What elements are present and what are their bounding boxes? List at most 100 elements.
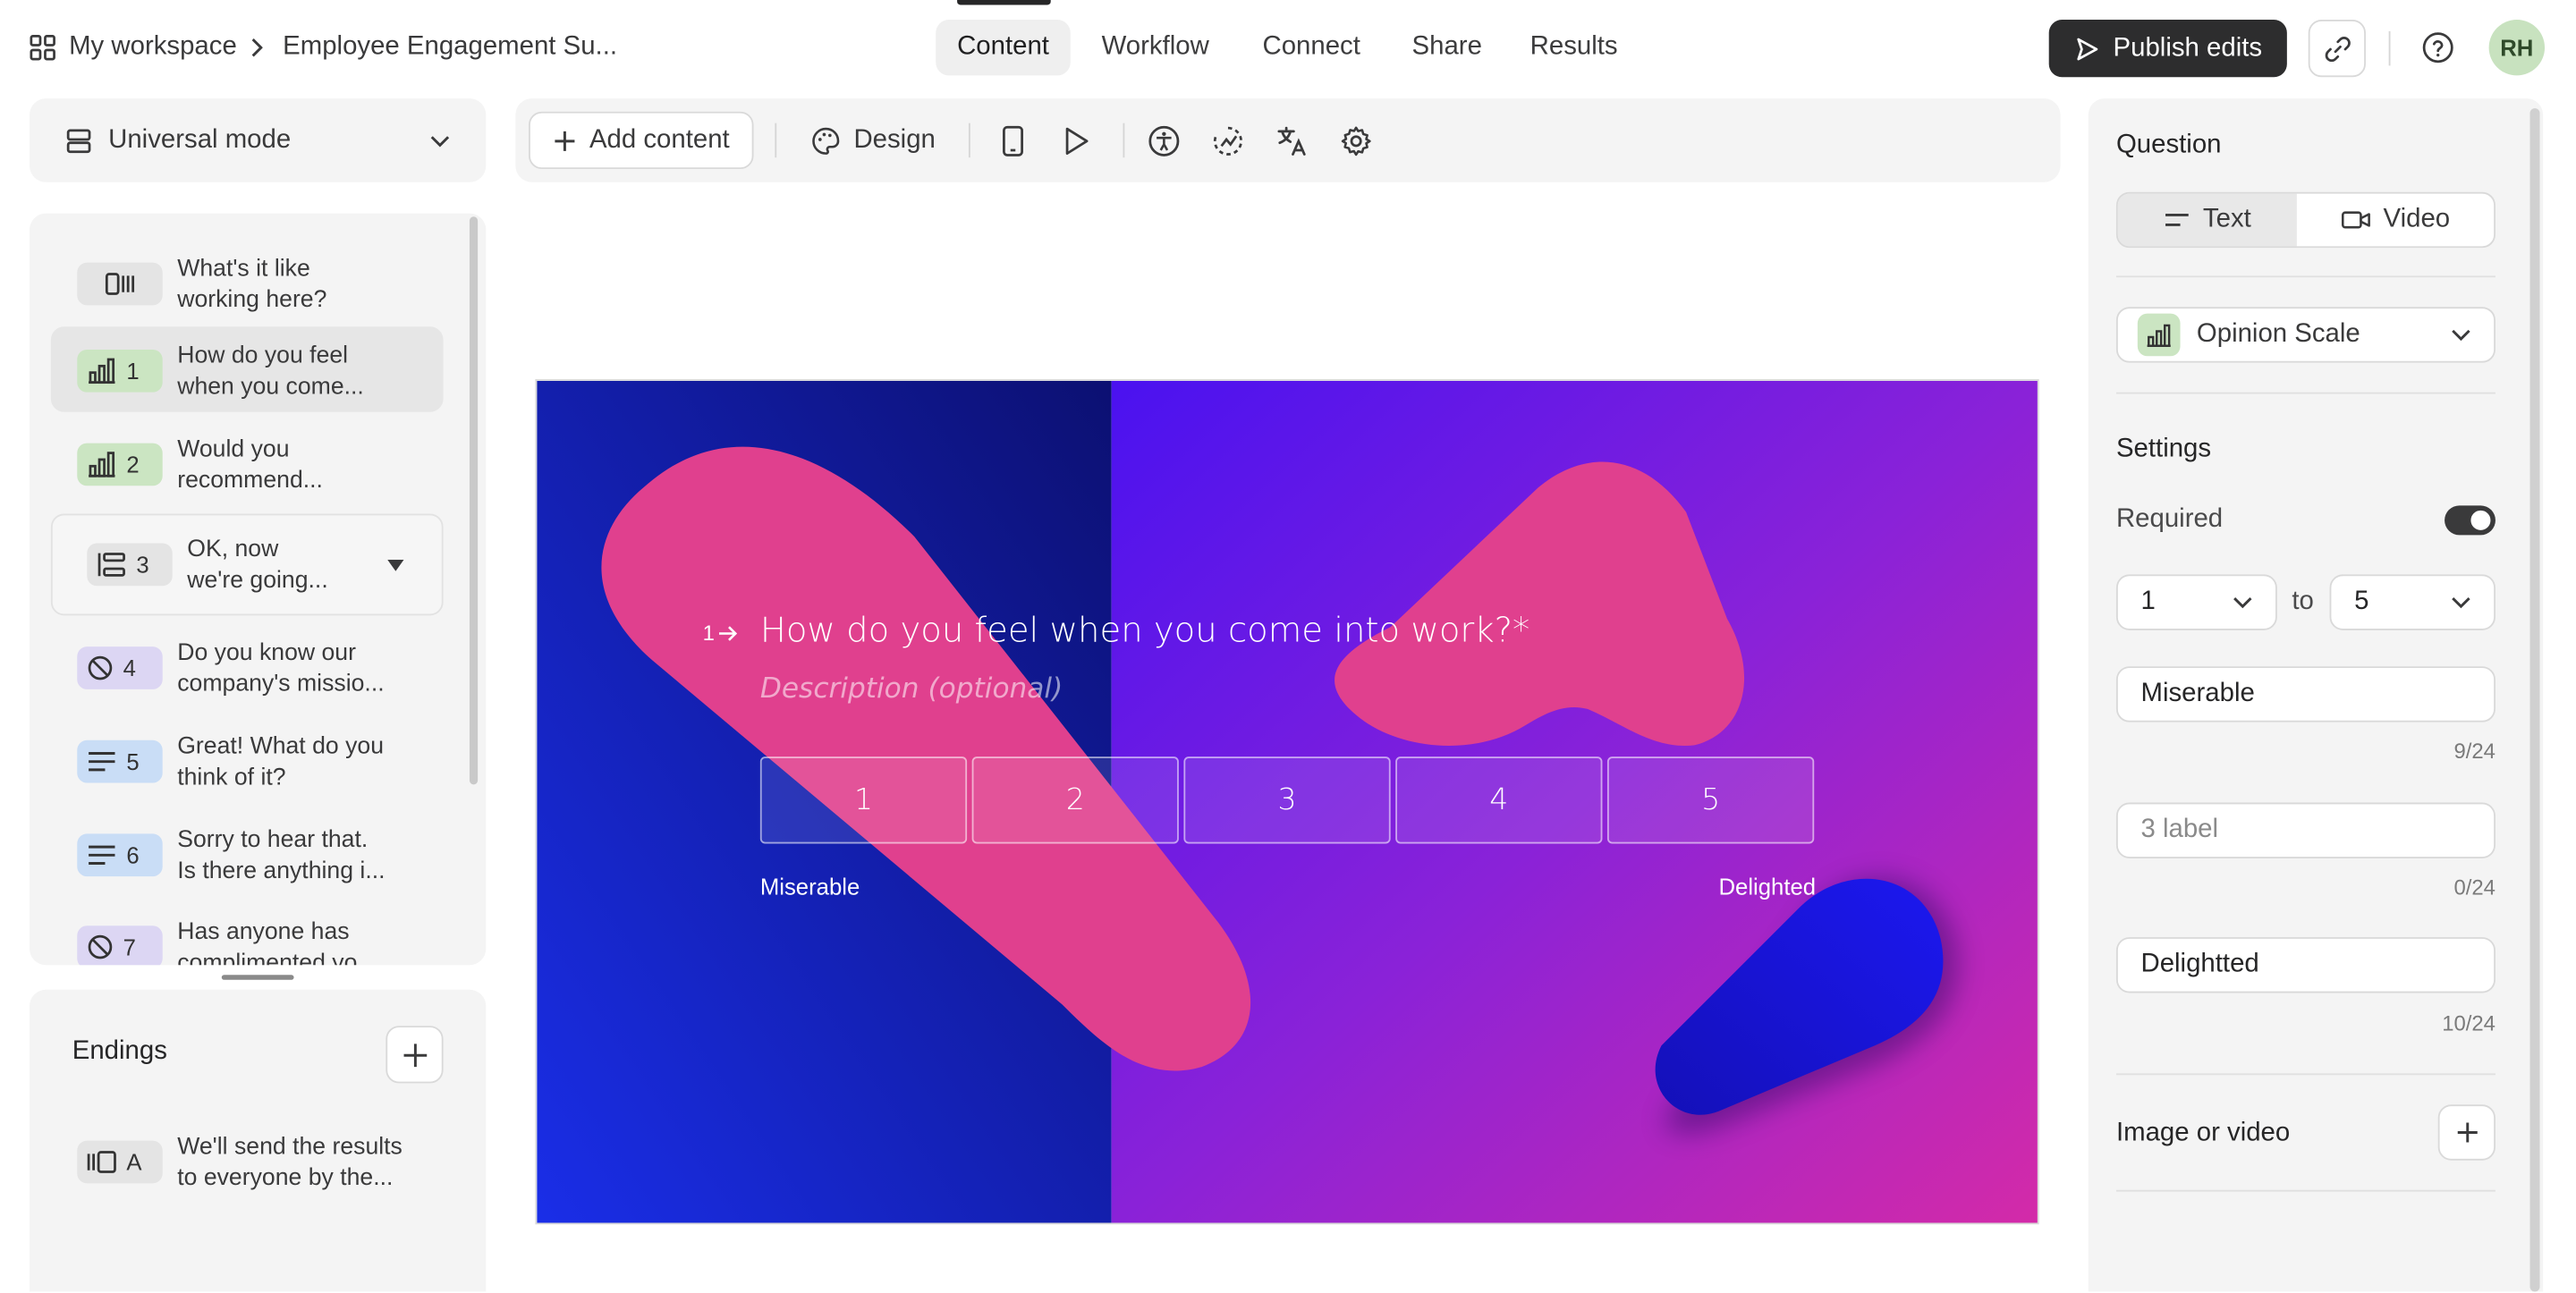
chevron-right-icon xyxy=(250,38,264,57)
list-item[interactable]: 5 Great! What do you think of it? xyxy=(51,717,444,802)
scale-option-3[interactable]: 3 xyxy=(1183,756,1391,844)
question-title: Great! What do you think of it? xyxy=(177,733,385,791)
middle-label-counter: 0/24 xyxy=(2453,875,2496,900)
ending-title: We'll send the results to everyone by the… xyxy=(177,1134,402,1192)
add-media-button[interactable] xyxy=(2437,1104,2496,1161)
add-ending-button[interactable] xyxy=(386,1026,444,1084)
scale-end-select[interactable]: 5 xyxy=(2329,574,2496,630)
list-scrollbar[interactable] xyxy=(469,216,479,785)
required-toggle[interactable] xyxy=(2445,505,2496,536)
question-number: 7 xyxy=(123,934,136,960)
resize-handle[interactable] xyxy=(221,975,294,980)
caret-down-icon[interactable] xyxy=(387,559,404,571)
tab-workflow[interactable]: Workflow xyxy=(1080,20,1231,75)
divider xyxy=(968,123,970,158)
prohibited-icon xyxy=(87,655,113,680)
scale-option-1[interactable]: 1 xyxy=(759,756,968,844)
design-button[interactable]: Design xyxy=(788,112,959,169)
divider xyxy=(775,123,777,158)
publish-button[interactable]: Publish edits xyxy=(2048,20,2287,78)
grid-icon[interactable] xyxy=(30,35,55,61)
tab-results[interactable]: Results xyxy=(1509,20,1640,75)
opinion-scale-badge: 2 xyxy=(77,443,163,486)
tab-share[interactable]: Share xyxy=(1391,20,1504,75)
translate-icon[interactable] xyxy=(1273,122,1312,161)
question-number: 1 xyxy=(126,358,140,385)
text-option[interactable]: Text xyxy=(2117,193,2297,247)
bar-chart-icon xyxy=(2137,313,2181,357)
mobile-preview-icon[interactable] xyxy=(993,122,1032,161)
settings-section-title: Settings xyxy=(2115,435,2212,463)
tab-content[interactable]: Content xyxy=(936,20,1071,76)
arrow-right-icon xyxy=(719,624,739,640)
chevron-down-icon xyxy=(2451,328,2470,342)
question-title: How do you feel when you come... xyxy=(177,342,364,401)
copy-link-button[interactable] xyxy=(2308,20,2366,78)
question-type-select[interactable]: Opinion Scale xyxy=(2115,307,2496,363)
description-placeholder[interactable]: Description (optional) xyxy=(760,673,1063,706)
scale-start-select[interactable]: 1 xyxy=(2115,574,2277,630)
mode-label: Universal mode xyxy=(108,125,292,154)
divider xyxy=(2115,275,2496,278)
accessibility-icon[interactable] xyxy=(1144,122,1183,161)
middle-label-input[interactable]: 3 label xyxy=(2115,802,2496,858)
question-text[interactable]: How do you feel when you come into work?… xyxy=(760,611,1530,650)
top-bar: My workspace Employee Engagement Su... C… xyxy=(0,0,2576,95)
plus-icon xyxy=(2455,1121,2479,1145)
range-to-label: to xyxy=(2292,587,2314,616)
scale-option-2[interactable]: 2 xyxy=(971,756,1179,844)
question-type-label: Opinion Scale xyxy=(2196,319,2360,349)
question-number: 5 xyxy=(126,748,140,775)
help-icon[interactable] xyxy=(2421,31,2454,64)
left-label-input[interactable]: Miserable xyxy=(2115,666,2496,723)
question-title: Sorry to hear that. Is there anything i..… xyxy=(177,827,386,885)
active-tab-indicator xyxy=(957,0,1051,5)
text-short-icon xyxy=(2164,212,2190,228)
question-group[interactable]: 3 OK, now we're going... xyxy=(50,513,444,616)
mode-selector[interactable]: Universal mode xyxy=(30,98,487,182)
logic-icon[interactable] xyxy=(1208,122,1248,161)
list-item[interactable]: 2 Would you recommend... xyxy=(51,420,444,505)
settings-scrollbar[interactable] xyxy=(2529,108,2540,1292)
form-preview-canvas[interactable]: 1 How do you feel when you come into wor… xyxy=(535,379,2039,1225)
gear-icon[interactable] xyxy=(1336,122,1376,161)
publish-label: Publish edits xyxy=(2113,33,2263,62)
video-option[interactable]: Video xyxy=(2297,194,2494,247)
image-video-title: Image or video xyxy=(2115,1119,2291,1148)
question-number-label: 1 xyxy=(703,621,740,645)
breadcrumb-form[interactable]: Employee Engagement Su... xyxy=(283,33,617,63)
add-content-button[interactable]: Add content xyxy=(529,111,755,170)
list-item[interactable]: 4 Do you know our company's missio... xyxy=(51,623,444,708)
tab-connect[interactable]: Connect xyxy=(1241,20,1382,75)
chevron-down-icon xyxy=(2233,596,2252,609)
play-icon[interactable] xyxy=(1057,122,1097,161)
list-item[interactable]: What's it like working here? xyxy=(51,240,444,325)
ending-letter: A xyxy=(126,1148,142,1176)
scale-left-label: Miserable xyxy=(759,873,860,900)
avatar[interactable]: RH xyxy=(2488,20,2546,76)
send-icon xyxy=(2073,35,2099,61)
right-label-input[interactable]: Delightted xyxy=(2115,937,2496,993)
ending-badge: A xyxy=(77,1140,163,1184)
breadcrumb-workspace[interactable]: My workspace xyxy=(69,33,237,63)
group-badge: 3 xyxy=(87,543,173,587)
list-item[interactable]: 6 Sorry to hear that. Is there anything i… xyxy=(51,811,444,896)
question-section-title: Question xyxy=(2115,131,2222,160)
statement-badge xyxy=(77,262,163,306)
question-title: What's it like working here? xyxy=(177,256,327,314)
long-text-badge: 5 xyxy=(77,739,163,783)
ending-item[interactable]: A We'll send the results to everyone by t… xyxy=(51,1118,444,1203)
group-icon xyxy=(97,552,126,578)
bar-chart-icon xyxy=(87,358,116,385)
plus-icon xyxy=(554,129,577,152)
scale-option-5[interactable]: 5 xyxy=(1606,756,1815,844)
yes-no-badge: 4 xyxy=(77,646,163,689)
question-number: 2 xyxy=(126,451,140,478)
scale-option-4[interactable]: 4 xyxy=(1395,756,1603,844)
list-item[interactable]: 1 How do you feel when you come... xyxy=(50,326,444,412)
right-label-counter: 10/24 xyxy=(2442,1010,2496,1036)
question-list: What's it like working here? 1 How do you… xyxy=(30,213,487,966)
scale-right-label: Delighted xyxy=(1718,873,1817,900)
list-item[interactable]: 7 Has anyone has complimented yo... xyxy=(51,903,444,966)
text-lines-icon xyxy=(87,750,116,773)
